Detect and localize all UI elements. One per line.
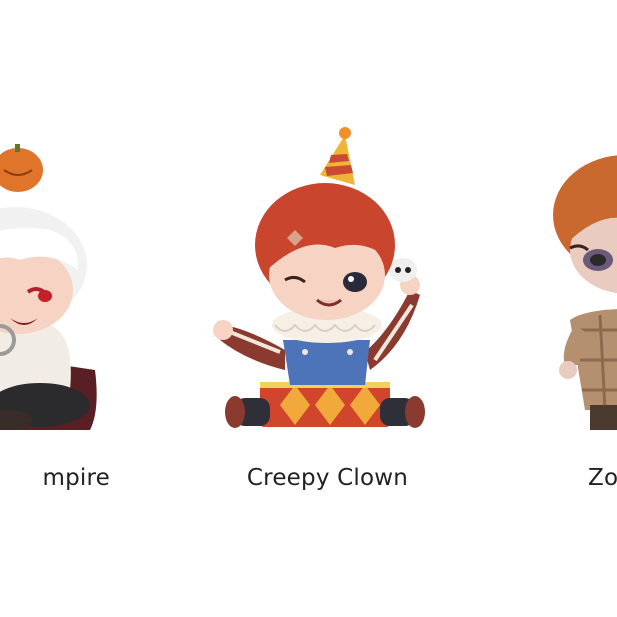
product-card-vampire[interactable] — [0, 120, 140, 500]
zombie-figure — [553, 155, 617, 430]
product-name-zombie: Zo — [588, 465, 617, 491]
creepy-clown-figure — [213, 127, 425, 428]
product-name-creepy-clown: Creepy Clown — [246, 465, 409, 491]
product-card-creepy-clown[interactable] — [205, 120, 445, 500]
product-name-vampire: mpire — [42, 465, 110, 491]
product-card-zombie[interactable] — [530, 120, 617, 500]
product-carousel: mpire Creepy Clown Zo — [0, 0, 617, 617]
vampire-figure — [0, 144, 97, 430]
